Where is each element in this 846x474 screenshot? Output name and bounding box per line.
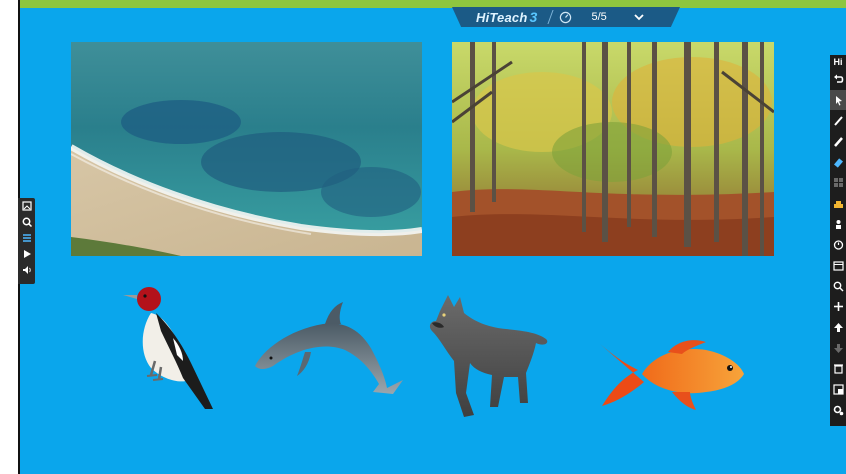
pointer-icon[interactable] (830, 89, 846, 111)
zoom-icon[interactable] (830, 276, 846, 297)
list-icon[interactable] (18, 230, 35, 246)
pen-icon[interactable] (830, 110, 846, 131)
wolf-image[interactable] (426, 293, 551, 419)
play-icon[interactable] (18, 246, 35, 262)
left-window-border (0, 0, 20, 474)
timer-icon[interactable] (830, 235, 846, 256)
add-page-icon[interactable] (830, 297, 846, 318)
audio-icon[interactable] (18, 262, 35, 278)
app-brand: HiTeach 3 (476, 9, 538, 25)
buzzer-icon[interactable] (830, 193, 846, 214)
eraser-icon[interactable] (830, 152, 846, 173)
page-indicator[interactable]: 5/5 (592, 11, 607, 23)
stopwatch-icon[interactable] (559, 11, 572, 24)
chevron-down-icon[interactable] (633, 11, 645, 23)
search-icon[interactable] (18, 214, 35, 230)
undo-icon[interactable] (830, 69, 846, 90)
settings-icon[interactable] (830, 400, 846, 421)
woodpecker-image[interactable] (121, 283, 217, 413)
download-icon[interactable] (830, 338, 846, 359)
highlighter-icon[interactable] (830, 131, 846, 152)
grid-icon[interactable] (830, 172, 846, 193)
top-accent-strip (20, 0, 846, 8)
screenshot-icon[interactable] (830, 379, 846, 400)
goldfish-image[interactable] (598, 336, 746, 414)
delete-icon[interactable] (830, 359, 846, 380)
image-icon[interactable] (18, 198, 35, 214)
topbar-divider (546, 10, 554, 24)
calendar-icon[interactable] (830, 255, 846, 276)
hiteach-topbar[interactable]: HiTeach 3 5/5 (452, 7, 680, 27)
upload-icon[interactable] (830, 317, 846, 338)
slide-canvas[interactable]: HiTeach 3 5/5 (20, 0, 846, 474)
forest-photo[interactable] (452, 42, 774, 256)
beach-photo[interactable] (71, 42, 422, 256)
left-mini-toolbar (18, 198, 35, 284)
toolbar-title: Hi (833, 57, 843, 67)
dolphin-image[interactable] (253, 300, 407, 397)
group-icon[interactable] (830, 214, 846, 235)
right-toolbar: Hi (830, 55, 846, 426)
